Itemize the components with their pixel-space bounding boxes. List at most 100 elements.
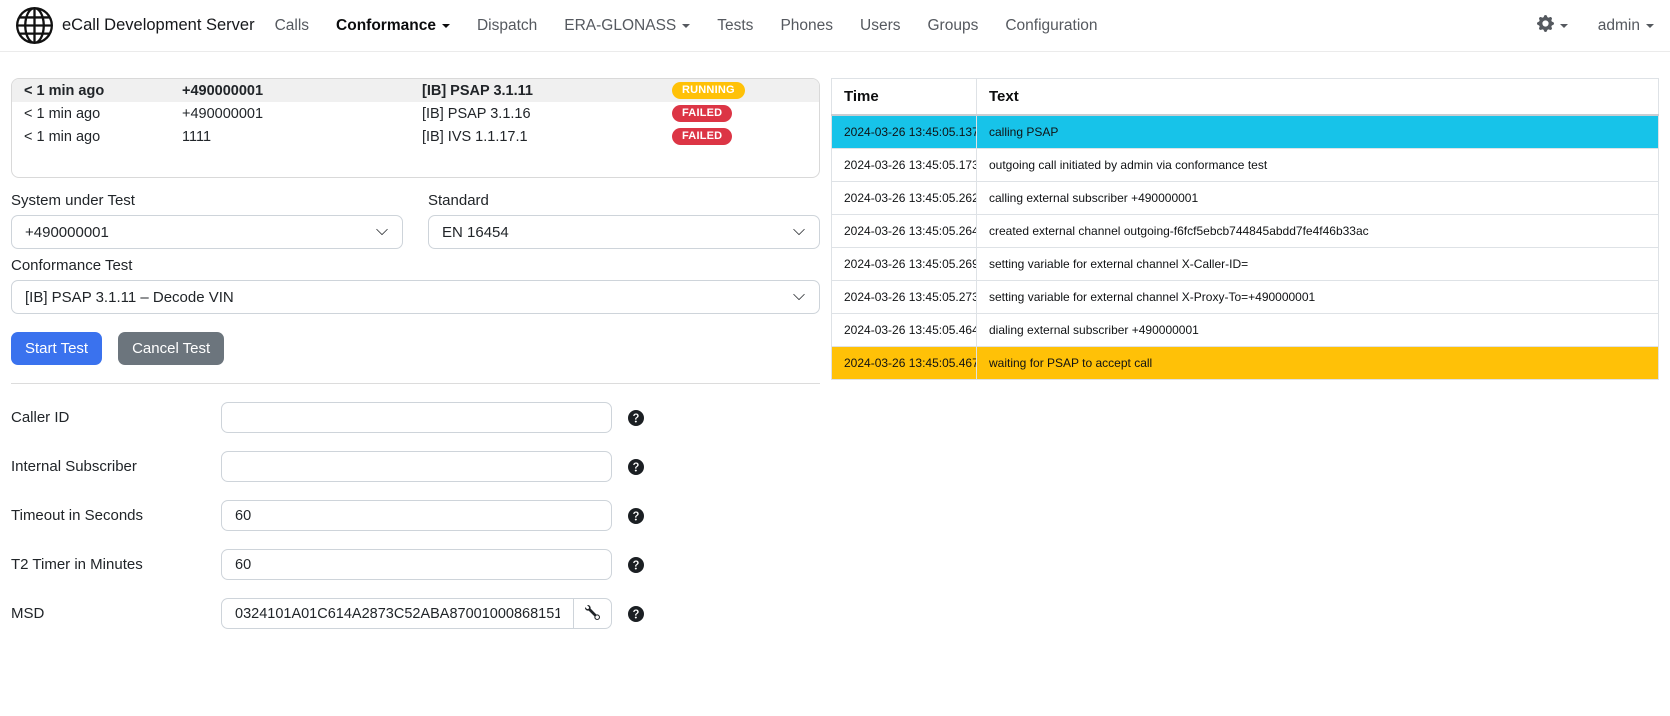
test-list-row[interactable]: < 1 min ago1111[IB] IVS 1.1.17.1FAILED [12, 125, 819, 148]
standard-label: Standard [428, 192, 820, 209]
log-column-time: Time [832, 79, 977, 116]
status-badge: FAILED [672, 105, 732, 122]
app-title[interactable]: eCall Development Server [62, 16, 255, 35]
nav-item-label: Users [860, 17, 900, 34]
msd-row: MSD [11, 598, 820, 629]
conformance-test-label: Conformance Test [11, 257, 820, 274]
log-row: 2024-03-26 13:45:05.262calling external … [832, 182, 1659, 215]
chevron-down-icon [375, 225, 389, 239]
test-name: [IB] PSAP 3.1.16 [422, 106, 672, 122]
nav-item-label: Configuration [1005, 17, 1097, 34]
app-logo-globe-icon [16, 7, 53, 44]
log-row: 2024-03-26 13:45:05.464dialing external … [832, 314, 1659, 347]
log-time: 2024-03-26 13:45:05.173 [832, 149, 977, 182]
msd-edit-button[interactable] [573, 598, 612, 629]
standard-value: EN 16454 [442, 224, 509, 241]
wrench-icon [585, 605, 600, 623]
help-icon[interactable] [628, 459, 644, 475]
chevron-down-icon [1560, 24, 1568, 28]
log-time: 2024-03-26 13:45:05.273 [832, 281, 977, 314]
log-table: Time Text 2024-03-26 13:45:05.137calling… [831, 78, 1659, 380]
log-row: 2024-03-26 13:45:05.467waiting for PSAP … [832, 347, 1659, 380]
standard-select[interactable]: EN 16454 [428, 215, 820, 249]
test-name: [IB] PSAP 3.1.11 [422, 83, 672, 99]
settings-menu[interactable] [1537, 15, 1568, 37]
log-panel: Time Text 2024-03-26 13:45:05.137calling… [831, 78, 1659, 380]
help-icon[interactable] [628, 508, 644, 524]
divider [11, 383, 820, 384]
nav-item-label: ERA-GLONASS [564, 17, 676, 34]
nav-item-groups[interactable]: Groups [928, 17, 979, 35]
internal-subscriber-row: Internal Subscriber [11, 451, 820, 482]
timeout-in-seconds-label: Timeout in Seconds [11, 507, 221, 524]
log-text: setting variable for external channel X-… [977, 248, 1659, 281]
test-time: < 1 min ago [24, 83, 182, 99]
msd-input[interactable] [221, 598, 573, 629]
conformance-test-select[interactable]: [IB] PSAP 3.1.11 – Decode VIN [11, 280, 820, 314]
nav-item-phones[interactable]: Phones [780, 17, 833, 35]
caller-id-input[interactable] [221, 402, 612, 433]
system-under-test-value: +490000001 [25, 224, 109, 241]
log-time: 2024-03-26 13:45:05.269 [832, 248, 977, 281]
log-time: 2024-03-26 13:45:05.264 [832, 215, 977, 248]
select-row: System under Test +490000001 Standard EN… [11, 184, 820, 249]
log-time: 2024-03-26 13:45:05.137 [832, 115, 977, 149]
nav-menu: Calls Conformance Dispatch ERA-GLONASS Tests… [275, 17, 1098, 35]
test-list-row[interactable]: < 1 min ago+490000001[IB] PSAP 3.1.11RUN… [12, 79, 819, 102]
nav-item-label: Dispatch [477, 17, 537, 34]
log-time: 2024-03-26 13:45:05.464 [832, 314, 977, 347]
msd-input-group [221, 598, 612, 629]
system-under-test-select[interactable]: +490000001 [11, 215, 403, 249]
log-row: 2024-03-26 13:45:05.269setting variable … [832, 248, 1659, 281]
t2-timer-in-minutes-input[interactable] [221, 549, 612, 580]
nav-item-users[interactable]: Users [860, 17, 900, 35]
chevron-down-icon [792, 225, 806, 239]
main-content: < 1 min ago+490000001[IB] PSAP 3.1.11RUN… [0, 52, 1670, 629]
help-icon[interactable] [628, 606, 644, 622]
test-name: [IB] IVS 1.1.17.1 [422, 129, 672, 145]
username: admin [1598, 17, 1640, 35]
timeout-in-seconds-input[interactable] [221, 500, 612, 531]
nav-item-era-glonass[interactable]: ERA-GLONASS [564, 17, 690, 35]
log-text: calling external subscriber +490000001 [977, 182, 1659, 215]
internal-subscriber-input[interactable] [221, 451, 612, 482]
nav-item-configuration[interactable]: Configuration [1005, 17, 1097, 35]
internal-subscriber-label: Internal Subscriber [11, 458, 221, 475]
chevron-down-icon [682, 24, 690, 28]
timeout-in-seconds-row: Timeout in Seconds [11, 500, 820, 531]
log-row: 2024-03-26 13:45:05.173outgoing call ini… [832, 149, 1659, 182]
cancel-test-button[interactable]: Cancel Test [118, 332, 224, 365]
chevron-down-icon [1646, 24, 1654, 28]
msd-label: MSD [11, 605, 221, 622]
status-badge: RUNNING [672, 82, 745, 99]
test-list-row[interactable]: < 1 min ago+490000001[IB] PSAP 3.1.16FAI… [12, 102, 819, 125]
help-icon[interactable] [628, 557, 644, 573]
timeout-in-seconds-input-group [221, 500, 612, 531]
caller-id-input-group [221, 402, 612, 433]
test-time: < 1 min ago [24, 106, 182, 122]
nav-item-dispatch[interactable]: Dispatch [477, 17, 537, 35]
nav-item-label: Groups [928, 17, 979, 34]
help-icon[interactable] [628, 410, 644, 426]
log-row: 2024-03-26 13:45:05.273setting variable … [832, 281, 1659, 314]
nav-item-tests[interactable]: Tests [717, 17, 753, 35]
caller-id-label: Caller ID [11, 409, 221, 426]
nav-item-label: Calls [275, 17, 309, 34]
nav-item-conformance[interactable]: Conformance [336, 17, 450, 35]
user-menu[interactable]: admin [1598, 17, 1654, 35]
test-subscriber: +490000001 [182, 83, 422, 99]
chevron-down-icon [792, 290, 806, 304]
caller-id-row: Caller ID [11, 402, 820, 433]
log-time: 2024-03-26 13:45:05.467 [832, 347, 977, 380]
nav-item-calls[interactable]: Calls [275, 17, 309, 35]
t2-timer-in-minutes-input-group [221, 549, 612, 580]
button-row: Start Test Cancel Test [11, 332, 820, 365]
log-text: created external channel outgoing-f6fcf5… [977, 215, 1659, 248]
test-time: < 1 min ago [24, 129, 182, 145]
start-test-button[interactable]: Start Test [11, 332, 102, 365]
top-navbar: eCall Development Server Calls Conformanc… [0, 0, 1670, 52]
log-row: 2024-03-26 13:45:05.137calling PSAP [832, 115, 1659, 149]
nav-item-label: Tests [717, 17, 753, 34]
internal-subscriber-input-group [221, 451, 612, 482]
log-text: calling PSAP [977, 115, 1659, 149]
